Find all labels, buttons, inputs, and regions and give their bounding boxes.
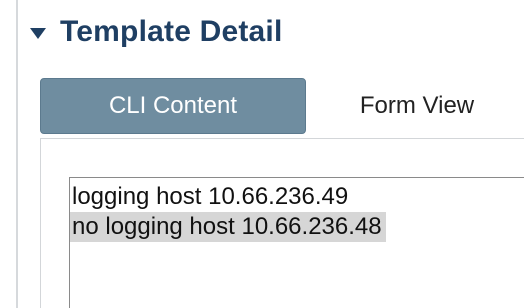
collapse-triangle-icon[interactable] xyxy=(30,27,46,39)
tab-form-view[interactable]: Form View xyxy=(306,78,506,134)
tab-bar: CLI Content Form View xyxy=(40,78,506,134)
cli-text-area[interactable]: logging host 10.66.236.49 no logging hos… xyxy=(69,177,524,308)
cli-content-panel: logging host 10.66.236.49 no logging hos… xyxy=(40,138,524,308)
cli-line[interactable]: logging host 10.66.236.49 xyxy=(70,183,348,210)
tab-cli-content[interactable]: CLI Content xyxy=(40,78,306,134)
section-title: Template Detail xyxy=(60,15,283,48)
left-divider xyxy=(16,0,18,308)
cli-line-selected[interactable]: no logging host 10.66.236.48 xyxy=(70,212,386,242)
template-detail-page: Template Detail CLI Content Form View lo… xyxy=(0,0,524,308)
section-header[interactable]: Template Detail xyxy=(30,12,283,52)
cli-line-row: logging host 10.66.236.49 xyxy=(70,182,524,212)
cli-line-row: no logging host 10.66.236.48 xyxy=(70,212,524,242)
